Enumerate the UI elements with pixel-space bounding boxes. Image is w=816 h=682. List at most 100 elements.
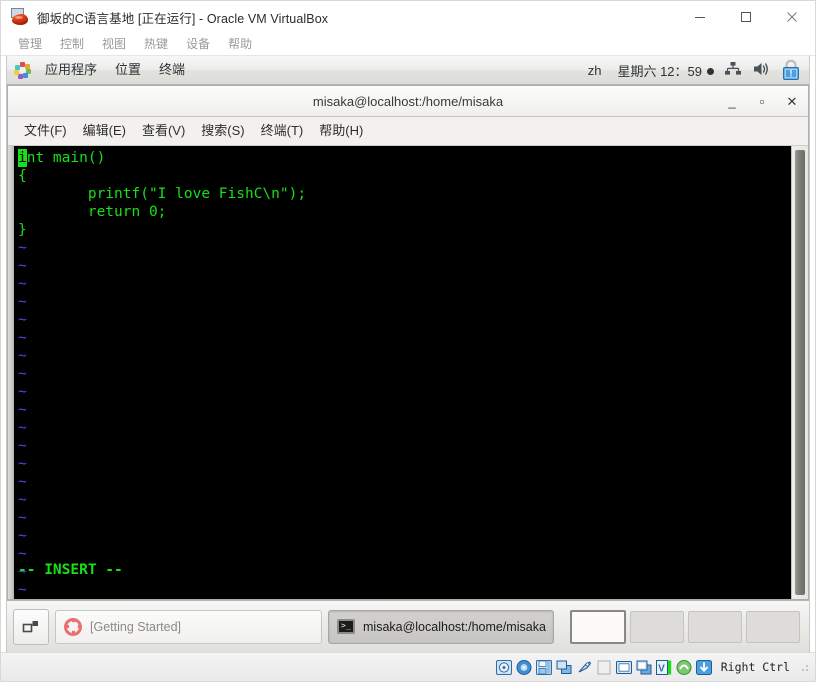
vim-tilde-line: ~ <box>18 402 27 418</box>
vim-tilde-line: ~ <box>18 276 27 292</box>
vim-buffer: int main() { printf("I love FishC\n"); r… <box>18 149 791 599</box>
virtualbox-vm-icon <box>11 8 29 26</box>
terminal-menu-search[interactable]: 搜索(S) <box>193 119 252 143</box>
menu-help[interactable]: 帮助 <box>219 34 261 54</box>
host-key-label: Right Ctrl <box>720 660 790 674</box>
show-desktop-icon <box>22 620 38 632</box>
code-line: printf("I love FishC\n"); <box>18 186 307 202</box>
virtualization-icon[interactable]: V <box>656 659 673 675</box>
terminal-menubar: 文件(F) 编辑(E) 查看(V) 搜索(S) 终端(T) 帮助(H) <box>8 117 808 146</box>
menu-view[interactable]: 视图 <box>93 34 135 54</box>
workspace-4[interactable] <box>746 610 800 643</box>
host-menubar: 管理 控制 视图 热键 设备 帮助 <box>1 33 815 56</box>
host-window-title: 御坂的C语言基地 [正在运行] - Oracle VM VirtualBox <box>37 11 329 26</box>
menu-manage[interactable]: 管理 <box>9 34 51 54</box>
workspace-3[interactable] <box>688 610 742 643</box>
vim-tilde-line: ~ <box>18 582 27 598</box>
terminal-title: misaka@localhost:/home/misaka <box>312 93 504 109</box>
terminal-body[interactable]: int main() { printf("I love FishC\n"); r… <box>8 146 808 599</box>
terminal-menu-terminal[interactable]: 终端(T) <box>253 119 312 143</box>
vim-tilde-line: ~ <box>18 384 27 400</box>
code-line-text: nt main() <box>26 150 106 166</box>
workspace-1[interactable] <box>570 609 626 644</box>
terminal-icon: >_ <box>337 619 355 634</box>
panel-item-places[interactable]: 位置 <box>106 57 150 83</box>
keyboard-layout-indicator[interactable]: zh <box>578 63 612 78</box>
terminal-scrollbar-thumb[interactable] <box>795 150 805 595</box>
code-line: return 0; <box>18 204 167 220</box>
floppy-disk-icon[interactable] <box>536 659 553 675</box>
virtualbox-app-window: 御坂的C语言基地 [正在运行] - Oracle VM VirtualBox 管… <box>0 0 816 682</box>
svg-text:V: V <box>658 663 665 674</box>
terminal-window[interactable]: misaka@localhost:/home/misaka _ ▫ ✕ 文件(F… <box>7 85 809 600</box>
vim-tilde-line: ~ <box>18 366 27 382</box>
gnome-top-panel: 应用程序 位置 终端 zh 星期六 12：59 ! <box>7 56 809 85</box>
gnome-bottom-panel: [Getting Started] >_ misaka@localhost:/h… <box>7 600 809 652</box>
taskbar-window-label: misaka@localhost:/home/misaka <box>363 619 546 634</box>
gnome-applications-icon[interactable] <box>14 61 31 79</box>
volume-icon[interactable] <box>751 59 773 81</box>
vim-tilde-line: ~ <box>18 510 27 526</box>
terminal-menu-file[interactable]: 文件(F) <box>16 119 75 143</box>
vim-tilde-line: ~ <box>18 294 27 310</box>
vim-tilde-line: ~ <box>18 528 27 544</box>
host-window: 御坂的C语言基地 [正在运行] - Oracle VM VirtualBox 管… <box>0 0 816 682</box>
guest-screen[interactable]: 应用程序 位置 终端 zh 星期六 12：59 ! misaka@localho… <box>6 56 810 652</box>
vim-tilde-line: ~ <box>18 456 27 472</box>
taskbar-window-terminal[interactable]: >_ misaka@localhost:/home/misaka <box>328 609 554 644</box>
svg-text:!: ! <box>790 69 793 79</box>
vim-tilde-line: ~ <box>18 330 27 346</box>
vim-tilde-line: ~ <box>18 240 27 256</box>
panel-item-applications[interactable]: 应用程序 <box>36 57 106 83</box>
terminal-minimize-icon[interactable]: _ <box>724 93 740 109</box>
vim-tilde-line: ~ <box>18 420 27 436</box>
terminal-close-icon[interactable]: ✕ <box>784 93 800 109</box>
software-update-lock-icon[interactable]: ! <box>780 58 802 82</box>
lifebuoy-icon <box>64 617 82 636</box>
clock-text: 星期六 12：59 <box>617 63 702 79</box>
terminal-menu-view[interactable]: 查看(V) <box>134 119 193 143</box>
network-adapter-icon[interactable] <box>556 659 573 675</box>
terminal-scrollbar[interactable] <box>791 146 808 599</box>
code-line: { <box>18 168 27 184</box>
clock[interactable]: 星期六 12：59 <box>611 61 720 80</box>
display-icon[interactable] <box>616 659 633 675</box>
terminal-menu-edit[interactable]: 编辑(E) <box>75 119 134 143</box>
hard-disk-icon[interactable] <box>496 659 513 675</box>
host-window-controls <box>677 1 815 33</box>
optical-disk-icon[interactable] <box>516 659 533 675</box>
menu-hotkey[interactable]: 热键 <box>135 34 177 54</box>
usb-icon[interactable] <box>576 659 593 675</box>
vim-status-line: -- INSERT -- <box>18 562 123 578</box>
network-icon[interactable] <box>723 59 745 81</box>
vim-cursor: i <box>18 149 27 167</box>
workspace-switcher <box>566 607 804 647</box>
terminal-maximize-icon[interactable]: ▫ <box>754 93 770 109</box>
show-desktop-button[interactable] <box>13 608 49 645</box>
maximize-icon[interactable] <box>723 1 769 33</box>
menu-devices[interactable]: 设备 <box>177 34 219 54</box>
vim-tilde-line: ~ <box>18 564 27 580</box>
menu-control[interactable]: 控制 <box>51 34 93 54</box>
vim-tilde-line: ~ <box>18 258 27 274</box>
resize-grip[interactable] <box>799 662 809 672</box>
terminal-window-controls: _ ▫ ✕ <box>724 86 800 116</box>
taskbar-window-getting-started[interactable]: [Getting Started] <box>55 609 322 644</box>
host-key-icon[interactable] <box>696 659 713 675</box>
vim-tilde-line: ~ <box>18 438 27 454</box>
panel-item-terminal[interactable]: 终端 <box>150 57 194 83</box>
mouse-integration-icon[interactable] <box>676 659 693 675</box>
close-icon[interactable] <box>769 1 815 33</box>
vim-editor[interactable]: int main() { printf("I love FishC\n"); r… <box>14 146 791 599</box>
taskbar-window-label: [Getting Started] <box>90 619 182 634</box>
workspace-2[interactable] <box>630 610 684 643</box>
video-capture-icon[interactable] <box>636 659 653 675</box>
vim-tilde-line: ~ <box>18 492 27 508</box>
panel-tray-area: zh 星期六 12：59 ! <box>578 56 805 84</box>
vim-tilde-column: ~ ~ ~ ~ ~ ~ ~ ~ ~ ~ ~ ~ ~ ~ ~ ~ ~ ~ ~ ~ <box>18 239 791 599</box>
minimize-icon[interactable] <box>677 1 723 33</box>
terminal-titlebar: misaka@localhost:/home/misaka _ ▫ ✕ <box>8 86 808 117</box>
host-statusbar: V Right Ctrl <box>1 652 815 681</box>
terminal-menu-help[interactable]: 帮助(H) <box>311 119 371 143</box>
shared-folders-icon[interactable] <box>596 659 613 675</box>
